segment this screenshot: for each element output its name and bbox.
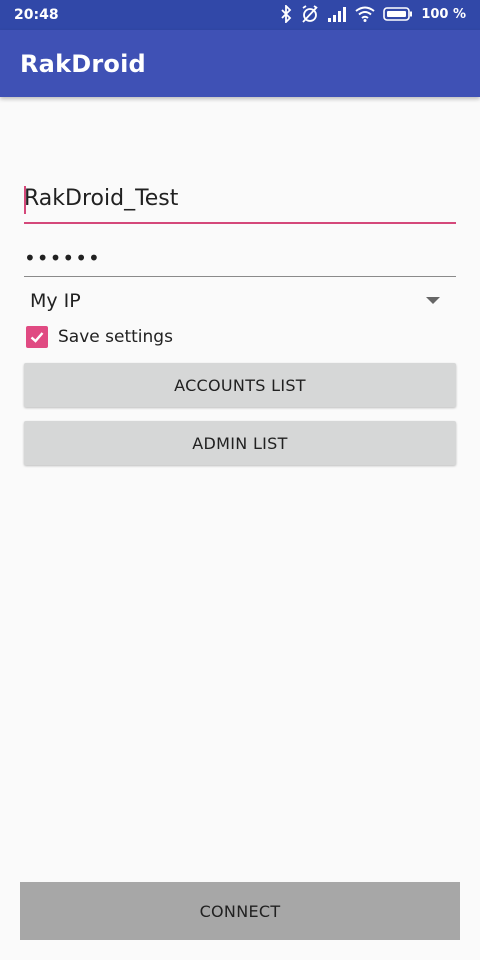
save-settings-checkbox[interactable] <box>26 326 48 348</box>
accounts-list-button[interactable]: ACCOUNTS LIST <box>24 363 456 407</box>
battery-percent: 100 % <box>421 6 466 22</box>
alarm-off-icon <box>302 5 318 23</box>
username-input[interactable]: RakDroid_Test <box>24 182 456 224</box>
server-selected-value: My IP <box>30 290 81 312</box>
username-value: RakDroid_Test <box>24 186 179 211</box>
save-settings-label: Save settings <box>58 327 173 347</box>
status-icons: 100 % <box>279 5 466 23</box>
password-input[interactable]: •••••• <box>24 240 456 277</box>
status-bar: 20:48 100 % <box>0 0 480 30</box>
checkmark-icon <box>30 332 44 343</box>
password-value: •••••• <box>24 246 101 270</box>
signal-icon <box>328 7 347 22</box>
status-time: 20:48 <box>14 7 59 23</box>
app-bar: RakDroid <box>0 30 480 97</box>
bluetooth-icon <box>281 5 292 23</box>
admin-list-button[interactable]: ADMIN LIST <box>24 421 456 465</box>
server-select[interactable]: My IP <box>24 284 456 320</box>
connect-button[interactable]: CONNECT <box>20 882 460 940</box>
battery-icon <box>383 7 413 21</box>
wifi-icon <box>355 6 375 22</box>
dropdown-arrow-icon <box>426 297 440 304</box>
app-title: RakDroid <box>20 50 146 78</box>
save-settings-row[interactable]: Save settings <box>26 324 173 350</box>
